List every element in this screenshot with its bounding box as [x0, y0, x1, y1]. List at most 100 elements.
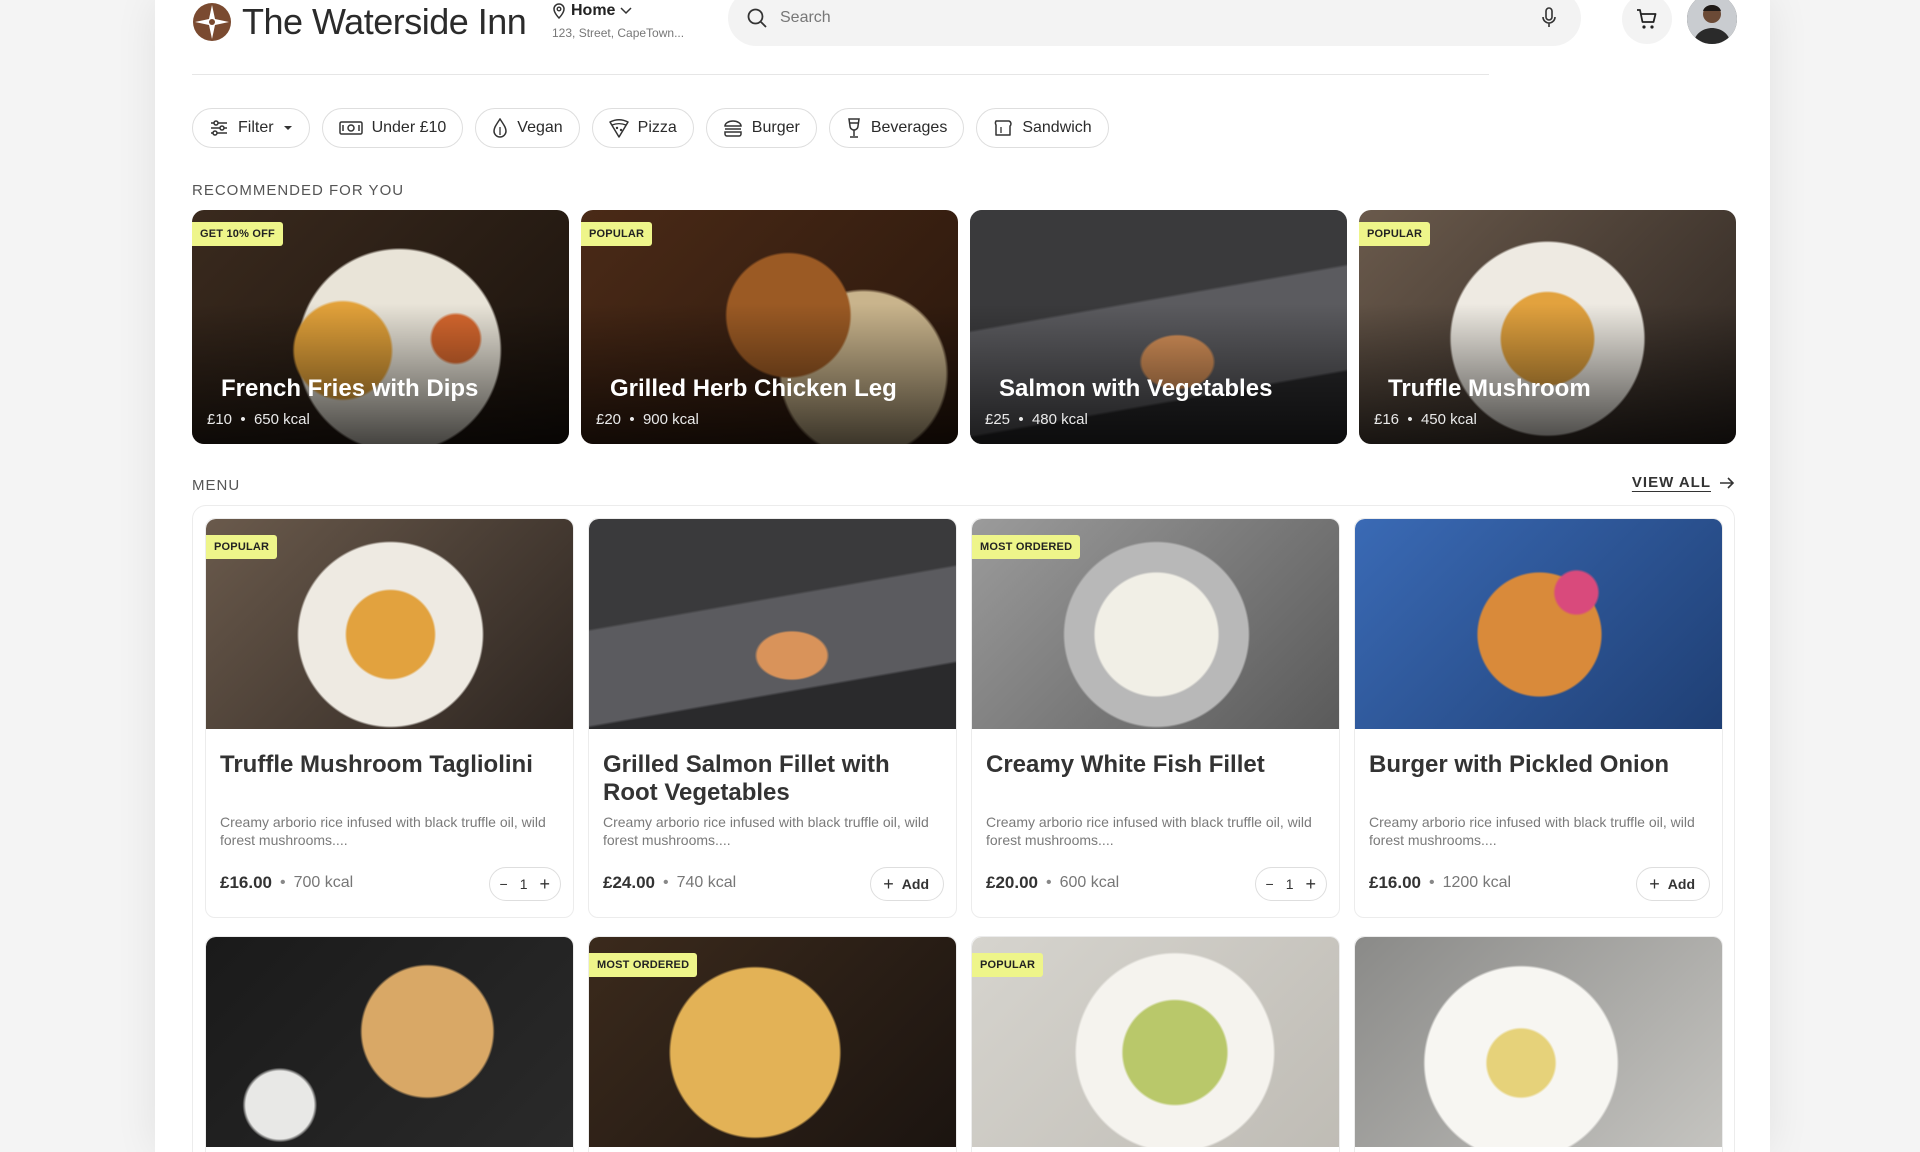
search-icon [747, 8, 767, 28]
kcal: 740 kcal [676, 874, 737, 891]
menu-item-meta: £20.00 • 600 kcal [986, 873, 1119, 893]
card-title: Grilled Herb Chicken Leg [610, 375, 897, 402]
menu-card[interactable]: MOST ORDERED [588, 936, 957, 1152]
card-meta: £10 • 650 kcal [207, 411, 310, 428]
separator-dot: • [663, 874, 669, 891]
quantity-value: 1 [1285, 876, 1294, 892]
kcal: 700 kcal [293, 874, 354, 891]
food-image [589, 519, 956, 729]
menu-item-title: Burger with Pickled Onion [1369, 751, 1670, 778]
kcal: 650 kcal [253, 411, 310, 428]
menu-card[interactable]: POPULAR [971, 936, 1340, 1152]
card-title: French Fries with Dips [221, 375, 479, 402]
section-label-recommended: RECOMMENDED FOR YOU [192, 182, 405, 199]
card-title: Salmon with Vegetables [999, 375, 1273, 402]
microphone-icon[interactable] [1541, 7, 1557, 29]
filter-chips: Filter Under £10 Vegan Pizza Burger Beve… [192, 108, 1109, 148]
header: The Waterside Inn Home 123, Street, Cape… [192, 0, 1737, 76]
burger-icon [724, 120, 742, 137]
minus-icon[interactable]: − [500, 876, 508, 892]
plus-icon: + [1649, 873, 1660, 894]
add-button[interactable]: + Add [870, 867, 944, 901]
separator-dot: • [1046, 874, 1052, 891]
minus-icon[interactable]: − [1266, 876, 1274, 892]
chip-label: Filter [238, 119, 274, 136]
menu-item-description: Creamy arborio rice infused with black t… [220, 814, 546, 848]
kcal: 1200 kcal [1442, 874, 1512, 891]
section-label-menu: MENU [192, 477, 241, 494]
menu-card[interactable]: MOST ORDERED Creamy White Fish Fillet Cr… [971, 518, 1340, 918]
popular-badge: POPULAR [1359, 222, 1431, 246]
content: The Waterside Inn Home 123, Street, Cape… [192, 0, 1737, 1152]
location-label: Home [571, 2, 616, 19]
chip-under-10[interactable]: Under £10 [321, 108, 464, 148]
chip-filter[interactable]: Filter [192, 108, 310, 148]
recommended-card[interactable]: POPULAR Grilled Herb Chicken Leg £20 • 9… [581, 210, 958, 444]
banknote-icon [338, 121, 363, 135]
shopping-cart-icon [1637, 9, 1657, 29]
chip-label: Under £10 [371, 119, 447, 136]
menu-item-description: Creamy arborio rice infused with black t… [1369, 814, 1695, 848]
quantity-stepper: − 1 + [488, 867, 561, 901]
menu-card[interactable]: Grilled Salmon Fillet with Root Vegetabl… [588, 518, 957, 918]
separator-dot: • [1429, 874, 1435, 891]
price: £24.00 [603, 873, 655, 892]
chip-label: Pizza [637, 119, 677, 136]
price: £25 [985, 411, 1011, 428]
arrow-right-icon [1720, 476, 1735, 489]
menu-panel: POPULAR Truffle Mushroom Tagliolini Crea… [192, 505, 1735, 1152]
add-button[interactable]: + Add [1636, 867, 1710, 901]
brand-name: The Waterside Inn [242, 1, 527, 42]
card-title: Truffle Mushroom [1388, 375, 1591, 402]
sliders-icon [211, 120, 227, 136]
menu-item-title: Truffle Mushroom Tagliolini [220, 751, 533, 778]
chip-beverages[interactable]: Beverages [828, 108, 965, 148]
chip-vegan[interactable]: Vegan [475, 108, 580, 148]
card-meta: £20 • 900 kcal [596, 411, 699, 428]
menu-item-description: Creamy arborio rice infused with black t… [603, 814, 929, 848]
menu-item-title: Creamy White Fish Fillet [986, 751, 1265, 778]
price: £10 [207, 411, 233, 428]
card-meta: £25 • 480 kcal [985, 411, 1088, 428]
sandwich-icon [995, 120, 1013, 136]
recommended-card[interactable]: GET 10% OFF French Fries with Dips £10 •… [192, 210, 569, 444]
food-image [206, 937, 573, 1147]
food-image [1355, 937, 1722, 1147]
search-bar [728, 0, 1581, 46]
menu-item-description: Creamy arborio rice infused with black t… [986, 814, 1312, 848]
menu-card[interactable]: Burger with Pickled Onion Creamy arborio… [1354, 518, 1723, 918]
price: £20 [596, 411, 622, 428]
chip-label: Sandwich [1022, 119, 1092, 136]
leaf-drop-icon [493, 118, 508, 138]
chip-burger[interactable]: Burger [705, 108, 817, 148]
brand-logo[interactable]: The Waterside Inn [192, 0, 527, 44]
map-pin-icon [553, 3, 565, 19]
plus-icon[interactable]: + [539, 874, 550, 895]
chip-label: Vegan [517, 119, 563, 136]
menu-card[interactable] [205, 936, 574, 1152]
compass-star-icon [193, 3, 231, 41]
view-all-label: VIEW ALL [1631, 474, 1711, 491]
menu-card[interactable]: POPULAR Truffle Mushroom Tagliolini Crea… [205, 518, 574, 918]
menu-item-title: Grilled Salmon Fillet with Root Vegetabl… [603, 751, 890, 806]
wine-glass-icon [847, 118, 860, 138]
quantity-stepper: − 1 + [1254, 867, 1327, 901]
chip-sandwich[interactable]: Sandwich [976, 108, 1109, 148]
plus-icon: + [883, 873, 894, 894]
menu-card[interactable] [1354, 936, 1723, 1152]
chip-pizza[interactable]: Pizza [591, 108, 694, 148]
recommended-card[interactable]: Salmon with Vegetables £25 • 480 kcal [970, 210, 1347, 444]
view-all-link[interactable]: VIEW ALL [1632, 474, 1735, 491]
header-divider [192, 74, 1489, 75]
recommended-card[interactable]: POPULAR Truffle Mushroom £16 • 450 kcal [1359, 210, 1736, 444]
quantity-value: 1 [519, 876, 528, 892]
location-address: 123, Street, CapeTown... [552, 26, 685, 40]
price: £16.00 [220, 873, 272, 892]
search-input[interactable] [780, 9, 1541, 27]
location-selector[interactable]: Home 123, Street, CapeTown... [552, 2, 684, 40]
user-avatar[interactable] [1687, 0, 1737, 44]
plus-icon[interactable]: + [1305, 874, 1316, 895]
cart-button[interactable] [1622, 0, 1672, 44]
price: £20.00 [986, 873, 1038, 892]
card-meta: £16 • 450 kcal [1374, 411, 1477, 428]
